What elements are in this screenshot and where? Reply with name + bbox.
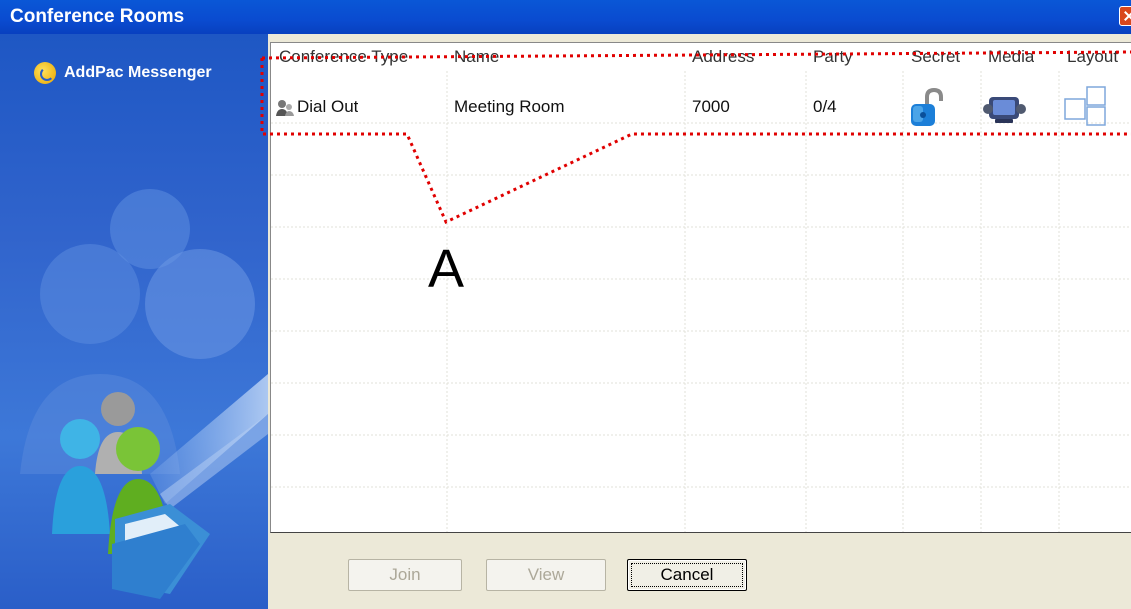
conference-panel: Conference Type Name Address Party Secre… [268, 34, 1131, 609]
col-header-layout[interactable]: Layout [1067, 47, 1118, 67]
col-header-address[interactable]: Address [692, 47, 754, 67]
col-header-media[interactable]: Media [988, 47, 1034, 67]
col-header-party[interactable]: Party [813, 47, 853, 67]
layout-grid-icon[interactable] [1063, 85, 1109, 129]
dial-out-icon [276, 99, 294, 116]
conference-table: Conference Type Name Address Party Secre… [270, 42, 1131, 533]
close-icon[interactable] [1119, 6, 1131, 26]
brand-name: AddPac Messenger [64, 64, 212, 81]
brand: AddPac Messenger [34, 62, 212, 84]
name-cell: Meeting Room [454, 97, 565, 116]
view-button[interactable]: View [486, 559, 606, 591]
people-folder-illustration [20, 189, 268, 599]
address-cell: 7000 [692, 97, 730, 116]
cancel-button[interactable]: Cancel [627, 559, 747, 591]
unlocked-padlock-icon[interactable] [907, 87, 947, 129]
table-row[interactable]: Dial Out Meeting Room 7000 0/4 [271, 86, 1131, 133]
join-button[interactable]: Join [348, 559, 462, 591]
col-header-name[interactable]: Name [454, 47, 499, 67]
table-header: Conference Type Name Address Party Secre… [271, 43, 1131, 71]
sidebar-banner: AddPac Messenger [0, 34, 268, 609]
col-header-secret[interactable]: Secret [911, 47, 960, 67]
annotation-label: A [428, 239, 465, 299]
title-bar: Conference Rooms [0, 0, 1131, 34]
window-title: Conference Rooms [10, 6, 185, 27]
phone-logo-icon [34, 62, 56, 84]
col-header-conference-type[interactable]: Conference Type [279, 47, 408, 67]
conference-type-cell: Dial Out [275, 97, 358, 118]
party-cell: 0/4 [813, 97, 837, 116]
media-device-icon[interactable] [983, 91, 1027, 127]
